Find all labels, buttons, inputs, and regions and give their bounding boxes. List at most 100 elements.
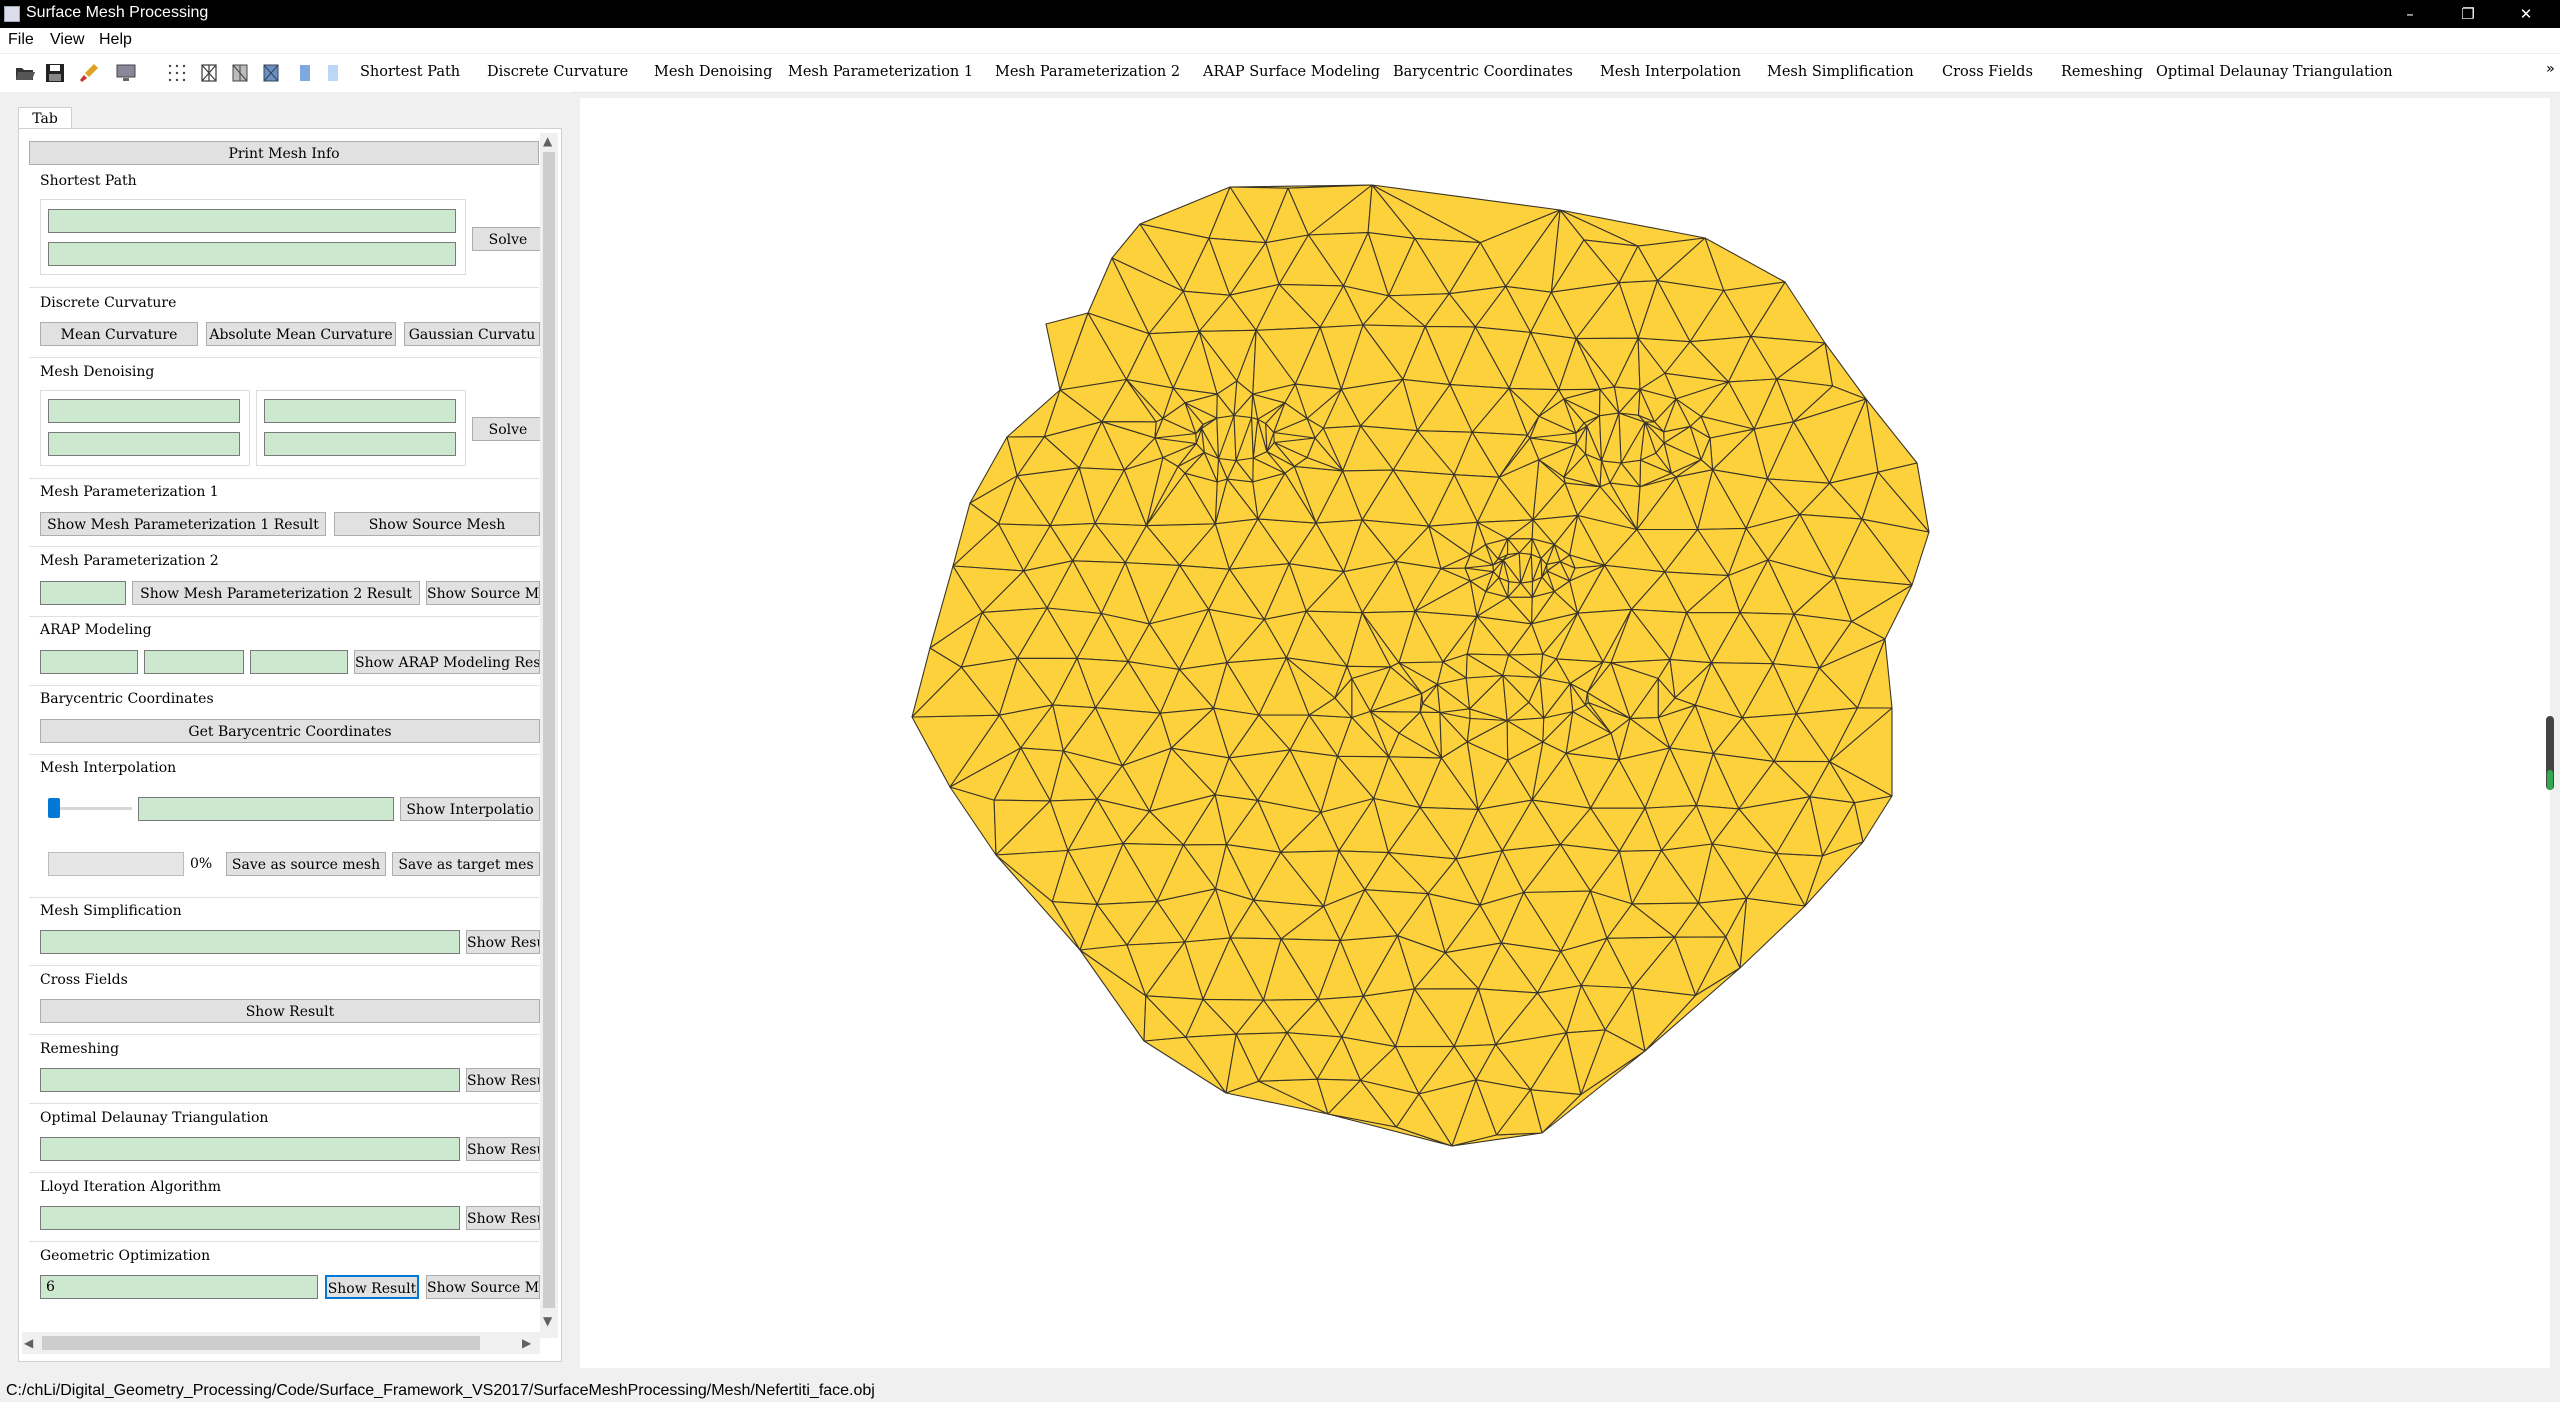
- mesh-points-icon[interactable]: [166, 62, 188, 84]
- shortest-path-title: Shortest Path: [40, 173, 137, 189]
- open-folder-icon[interactable]: [14, 62, 36, 84]
- save-as-target-mesh-button[interactable]: Save as target mes: [392, 852, 540, 876]
- scroll-right-arrow-icon[interactable]: ▶: [522, 1336, 531, 1350]
- light-icon[interactable]: [294, 62, 316, 84]
- divider: [29, 616, 539, 617]
- print-mesh-info-button[interactable]: Print Mesh Info: [29, 141, 539, 165]
- divider: [29, 1103, 539, 1104]
- interpolation-slider-handle[interactable]: [48, 798, 60, 818]
- scroll-down-arrow-icon[interactable]: ▼: [543, 1314, 552, 1328]
- mean-curvature-button[interactable]: Mean Curvature: [40, 322, 198, 346]
- simplification-input[interactable]: [40, 930, 460, 954]
- shortest-path-start-input[interactable]: [48, 209, 456, 233]
- toolbar-mesh-parameterization-1[interactable]: Mesh Parameterization 1: [788, 64, 973, 80]
- maximize-button[interactable]: ❐: [2440, 0, 2496, 28]
- interpolation-progress-label: 0%: [190, 856, 213, 872]
- geo-opt-show-result-button[interactable]: Show Result: [325, 1275, 419, 1299]
- cross-fields-title: Cross Fields: [40, 972, 128, 988]
- toolbar-cross-fields[interactable]: Cross Fields: [1942, 64, 2033, 80]
- shortest-path-solve-button[interactable]: Solve: [472, 227, 544, 251]
- divider: [29, 478, 539, 479]
- scroll-up-arrow-icon[interactable]: ▲: [543, 134, 552, 148]
- divider: [29, 1241, 539, 1242]
- wireframe-icon[interactable]: [198, 62, 220, 84]
- divider: [29, 546, 539, 547]
- gaussian-curvature-button[interactable]: Gaussian Curvatu: [404, 322, 540, 346]
- shortest-path-end-input[interactable]: [48, 242, 456, 266]
- tab-main[interactable]: Tab: [18, 107, 72, 130]
- minimize-button[interactable]: –: [2382, 0, 2438, 28]
- toolbar-mesh-denoising[interactable]: Mesh Denoising: [654, 64, 772, 80]
- toolbar-optimal-delaunay-triangulation[interactable]: Optimal Delaunay Triangulation: [2156, 64, 2393, 80]
- window-title: Surface Mesh Processing: [26, 4, 209, 21]
- show-arap-result-button[interactable]: Show ARAP Modeling Resu: [354, 650, 540, 674]
- mesh-viewport[interactable]: [580, 98, 2550, 1368]
- toolbar: Shortest Path Discrete Curvature Mesh De…: [0, 54, 2560, 93]
- denoising-param-1-input[interactable]: [48, 399, 240, 423]
- menu-view[interactable]: View: [50, 31, 84, 49]
- panel-horizontal-scroll-thumb[interactable]: [42, 1336, 480, 1350]
- save-icon[interactable]: [44, 62, 66, 84]
- toolbar-arap-surface-modeling[interactable]: ARAP Surface Modeling: [1203, 64, 1380, 80]
- menu-help[interactable]: Help: [99, 31, 132, 49]
- divider: [29, 685, 539, 686]
- remeshing-input[interactable]: [40, 1068, 460, 1092]
- denoising-param-3-input[interactable]: [264, 399, 456, 423]
- lloyd-title: Lloyd Iteration Algorithm: [40, 1179, 222, 1195]
- close-button[interactable]: ✕: [2498, 0, 2554, 28]
- scroll-left-arrow-icon[interactable]: ◀: [24, 1336, 33, 1350]
- arap-param-3-input[interactable]: [250, 650, 348, 674]
- toolbar-overflow-button[interactable]: »: [2546, 61, 2555, 77]
- interpolation-progress-bar: [48, 852, 184, 876]
- lloyd-show-result-button[interactable]: Show Resu: [466, 1206, 540, 1230]
- flat-shading-icon[interactable]: [260, 62, 282, 84]
- toolbar-remeshing[interactable]: Remeshing: [2061, 64, 2143, 80]
- panel-vertical-scroll-thumb[interactable]: [543, 152, 555, 1308]
- odt-show-result-button[interactable]: Show Resu: [466, 1137, 540, 1161]
- toolbar-mesh-parameterization-2[interactable]: Mesh Parameterization 2: [995, 64, 1180, 80]
- material-icon[interactable]: [322, 62, 344, 84]
- param2-show-source-mesh-button[interactable]: Show Source Me: [426, 581, 540, 605]
- param1-title: Mesh Parameterization 1: [40, 484, 219, 500]
- display-icon[interactable]: [115, 62, 137, 84]
- save-as-source-mesh-button[interactable]: Save as source mesh: [226, 852, 386, 876]
- denoising-param-4-input[interactable]: [264, 432, 456, 456]
- toolbar-mesh-interpolation[interactable]: Mesh Interpolation: [1600, 64, 1741, 80]
- arap-param-1-input[interactable]: [40, 650, 138, 674]
- cross-fields-show-result-button[interactable]: Show Result: [40, 999, 540, 1023]
- absolute-mean-curvature-button[interactable]: Absolute Mean Curvature: [206, 322, 396, 346]
- divider: [29, 287, 539, 288]
- arap-param-2-input[interactable]: [144, 650, 244, 674]
- interpolation-title: Mesh Interpolation: [40, 760, 177, 776]
- show-param1-result-button[interactable]: Show Mesh Parameterization 1 Result: [40, 512, 326, 536]
- show-interpolation-button[interactable]: Show Interpolatio: [400, 797, 540, 821]
- menu-bar: File View Help: [0, 28, 2560, 53]
- mesh-canvas[interactable]: [580, 98, 2550, 1368]
- show-param2-result-button[interactable]: Show Mesh Parameterization 2 Result: [132, 581, 420, 605]
- simplification-title: Mesh Simplification: [40, 903, 182, 919]
- odt-input[interactable]: [40, 1137, 460, 1161]
- geo-opt-iterations-input[interactable]: 6: [40, 1275, 318, 1299]
- toolbar-shortest-path[interactable]: Shortest Path: [360, 64, 460, 80]
- denoising-param-2-input[interactable]: [48, 432, 240, 456]
- get-barycentric-coordinates-button[interactable]: Get Barycentric Coordinates: [40, 719, 540, 743]
- interpolation-slider-track: [50, 807, 132, 810]
- title-bar: Surface Mesh Processing – ❐ ✕: [0, 0, 2560, 28]
- geo-opt-show-source-mesh-button[interactable]: Show Source Me: [426, 1275, 540, 1299]
- arap-title: ARAP Modeling: [40, 622, 152, 638]
- toolbar-discrete-curvature[interactable]: Discrete Curvature: [487, 64, 628, 80]
- toolbar-barycentric-coordinates[interactable]: Barycentric Coordinates: [1393, 64, 1573, 80]
- toolbar-mesh-simplification[interactable]: Mesh Simplification: [1767, 64, 1914, 80]
- remeshing-show-result-button[interactable]: Show Resu: [466, 1068, 540, 1092]
- interpolation-input[interactable]: [138, 797, 394, 821]
- lloyd-input[interactable]: [40, 1206, 460, 1230]
- smooth-shading-icon[interactable]: [229, 62, 251, 84]
- denoising-solve-button[interactable]: Solve: [472, 417, 544, 441]
- divider: [29, 897, 539, 898]
- param1-show-source-mesh-button[interactable]: Show Source Mesh: [334, 512, 540, 536]
- brush-icon[interactable]: [78, 62, 100, 84]
- divider: [29, 1034, 539, 1035]
- menu-file[interactable]: File: [8, 31, 34, 49]
- simplification-show-result-button[interactable]: Show Resu: [466, 930, 540, 954]
- param2-input[interactable]: [40, 581, 126, 605]
